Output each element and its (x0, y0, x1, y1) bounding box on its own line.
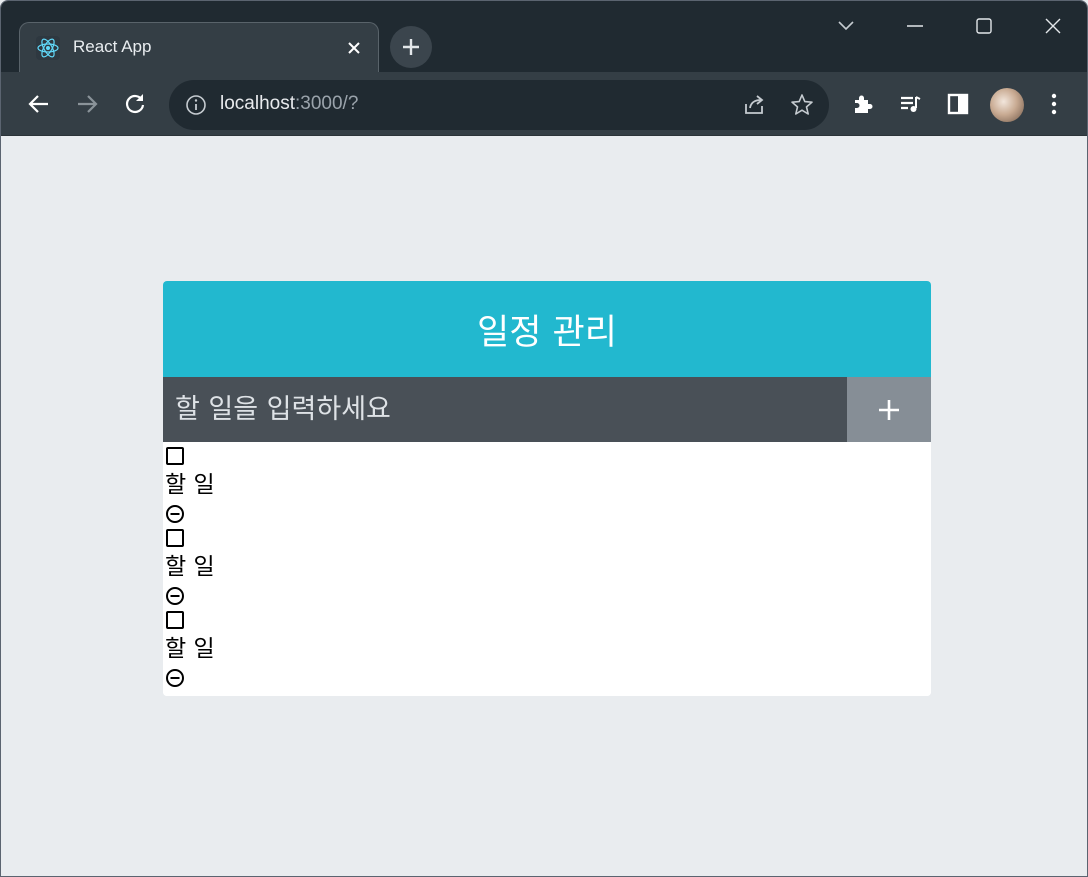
todo-template: 일정 관리 할 일을 입력하세요 할 일 할 일 할 일 (163, 281, 931, 696)
star-icon[interactable] (789, 92, 815, 118)
more-icon[interactable] (1038, 88, 1070, 120)
tab-search-icon[interactable] (823, 9, 869, 43)
address-bar[interactable]: localhost:3000/? (169, 80, 829, 130)
url-text: localhost:3000/? (220, 93, 358, 115)
remove-icon[interactable] (165, 504, 185, 524)
maximize-icon[interactable] (961, 9, 1007, 43)
todo-insert-form (163, 377, 931, 442)
todo-list: 할 일 할 일 할 일 (163, 446, 931, 696)
todo-text: 할 일 (165, 554, 215, 580)
tab-title: React App (73, 37, 152, 56)
add-todo-button[interactable] (847, 377, 931, 442)
plus-icon (879, 399, 899, 420)
new-tab-button[interactable] (390, 26, 432, 68)
checkbox-icon[interactable] (165, 610, 185, 630)
browser-tab[interactable]: React App (19, 22, 379, 72)
share-icon[interactable] (741, 92, 767, 118)
checkbox-icon[interactable] (165, 446, 185, 466)
todo-list-item: 할 일 (163, 446, 931, 524)
todo-list-item: 할 일 (163, 528, 931, 606)
media-control-icon[interactable] (894, 88, 926, 120)
tab-strip: React App (1, 1, 1087, 72)
info-icon[interactable] (185, 94, 207, 116)
profile-avatar[interactable] (990, 88, 1024, 122)
todo-list-item: 할 일 (163, 610, 931, 688)
react-logo-icon (36, 36, 60, 60)
page-viewport: 일정 관리 할 일을 입력하세요 할 일 할 일 할 일 (1, 137, 1087, 876)
side-panel-icon[interactable] (942, 88, 974, 120)
app-title: 일정 관리 (163, 281, 931, 377)
checkbox-icon[interactable] (165, 528, 185, 548)
close-tab-icon[interactable] (342, 36, 366, 60)
todo-text: 할 일 (165, 472, 215, 498)
url-host: localhost (220, 93, 295, 114)
back-arrow-icon[interactable] (21, 86, 57, 122)
extensions-icon[interactable] (847, 88, 879, 120)
reload-icon[interactable] (117, 86, 153, 122)
minimize-icon[interactable] (892, 9, 938, 43)
remove-icon[interactable] (165, 668, 185, 688)
todo-input[interactable] (163, 377, 847, 442)
close-window-icon[interactable] (1030, 9, 1076, 43)
todo-text: 할 일 (165, 636, 215, 662)
url-path: :3000/? (295, 93, 359, 114)
browser-window: React App localhost:3000/? 일정 관리 할 일을 입력… (0, 0, 1088, 877)
forward-arrow-icon[interactable] (69, 86, 105, 122)
remove-icon[interactable] (165, 586, 185, 606)
browser-toolbar: localhost:3000/? (1, 72, 1087, 136)
